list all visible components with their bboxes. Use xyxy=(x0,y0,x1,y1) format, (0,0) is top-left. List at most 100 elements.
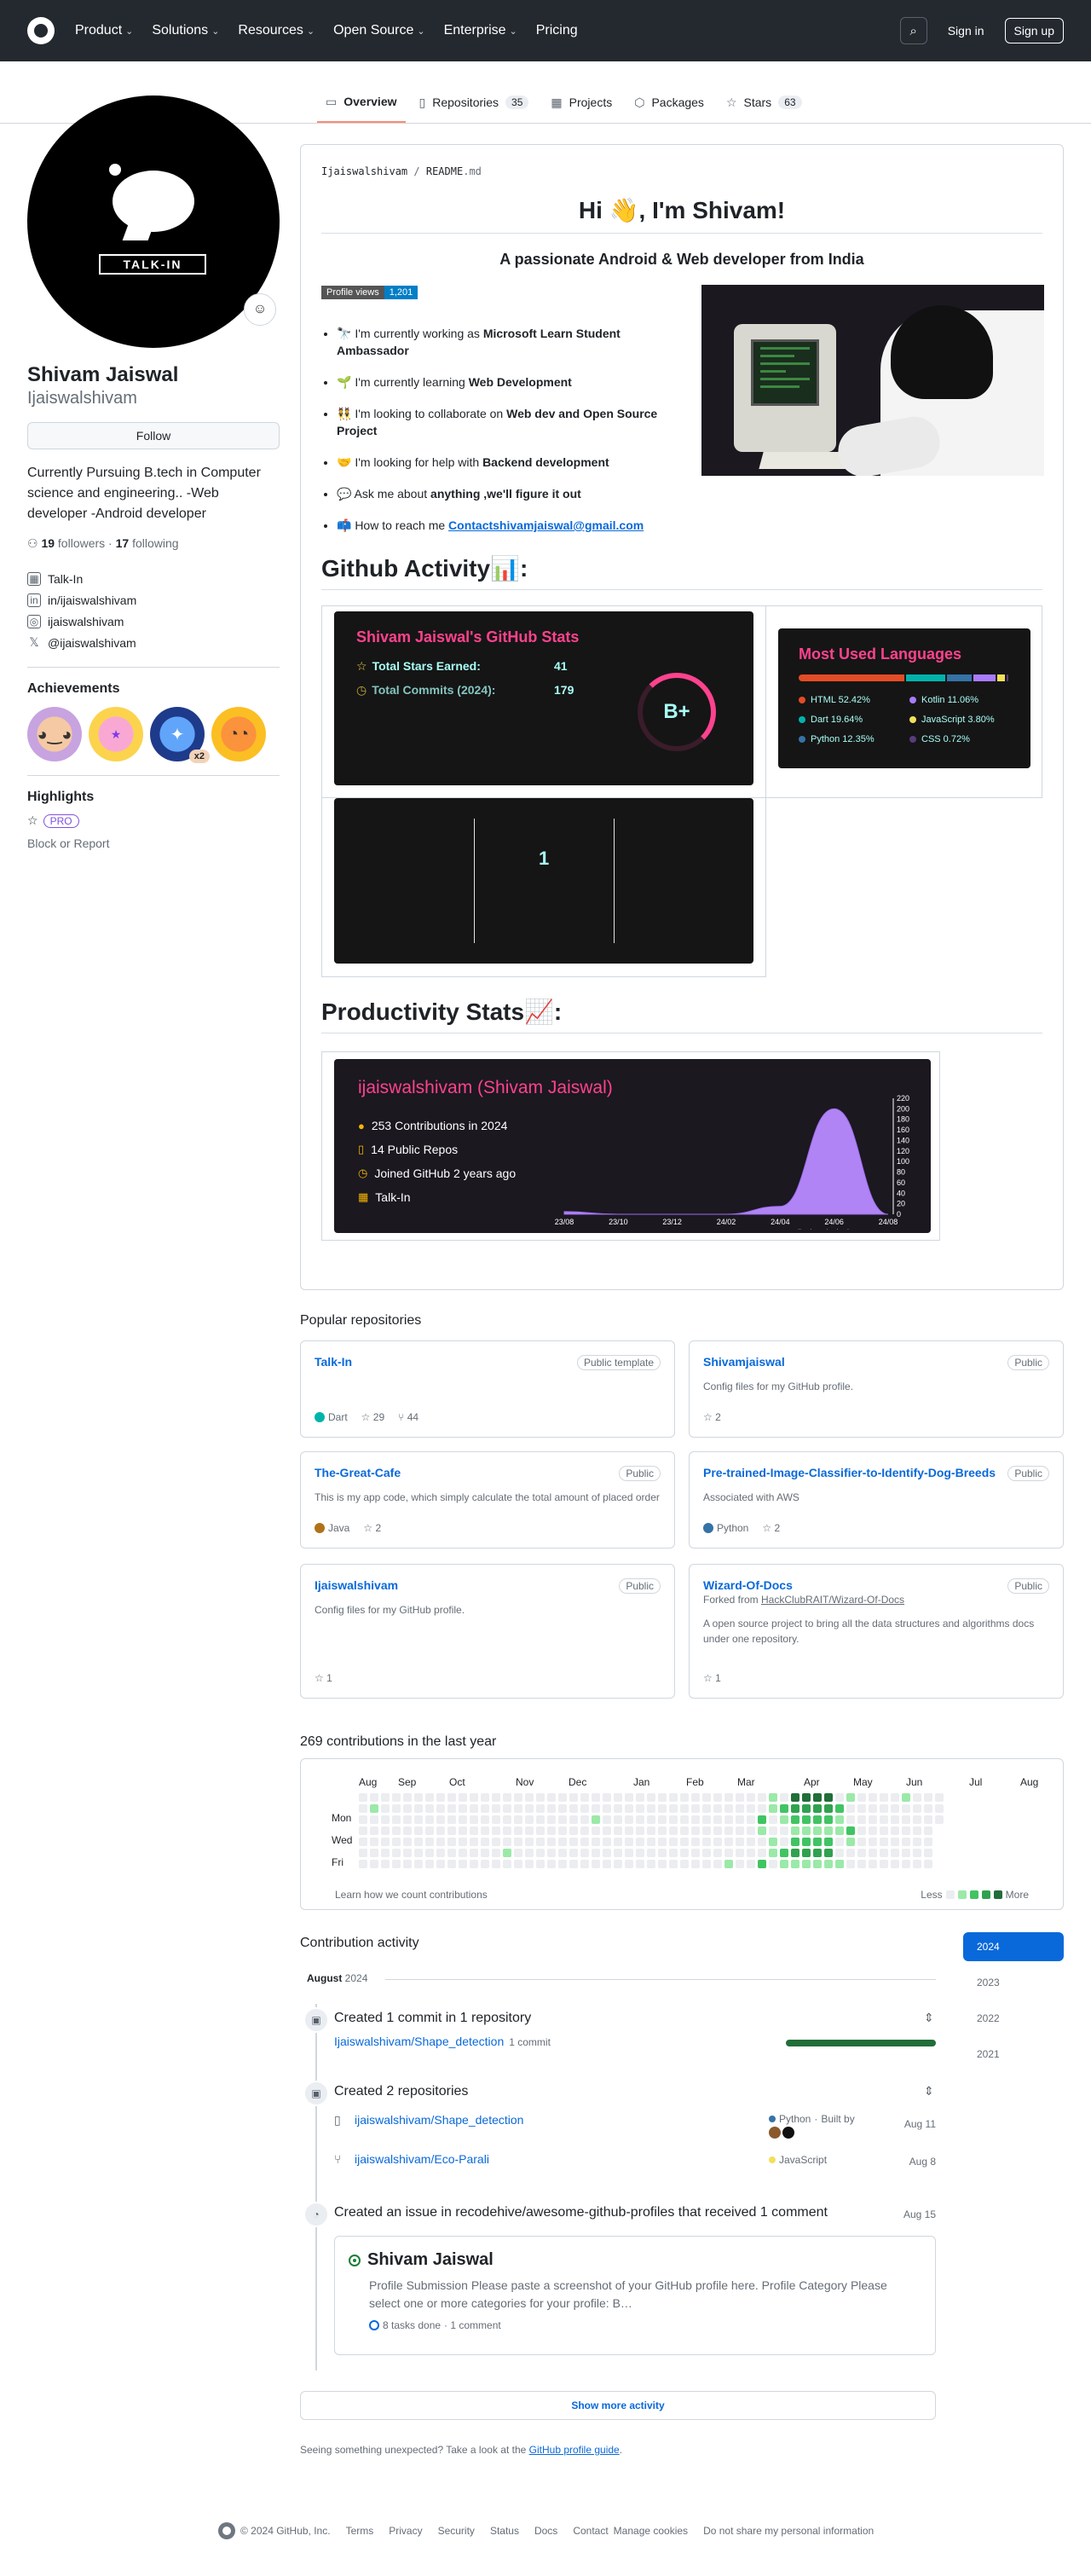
calendar-day-cell[interactable] xyxy=(891,1793,899,1802)
fork-source-link[interactable]: HackClubRAIT/Wizard-Of-Docs xyxy=(761,1594,904,1606)
repo-stars-link[interactable]: ☆ 1 xyxy=(703,1672,721,1684)
calendar-day-cell[interactable] xyxy=(702,1838,711,1846)
calendar-day-cell[interactable] xyxy=(902,1826,910,1835)
calendar-day-cell[interactable] xyxy=(924,1826,932,1835)
calendar-day-cell[interactable] xyxy=(447,1793,456,1802)
calendar-day-cell[interactable] xyxy=(880,1793,888,1802)
calendar-day-cell[interactable] xyxy=(569,1860,578,1868)
calendar-day-cell[interactable] xyxy=(902,1838,910,1846)
calendar-day-cell[interactable] xyxy=(514,1860,522,1868)
calendar-day-cell[interactable] xyxy=(580,1860,589,1868)
calendar-day-cell[interactable] xyxy=(802,1849,811,1857)
calendar-day-cell[interactable] xyxy=(680,1793,689,1802)
calendar-day-cell[interactable] xyxy=(824,1838,833,1846)
email-link[interactable]: Contactshivamjaiswal@gmail.com xyxy=(448,518,644,532)
calendar-day-cell[interactable] xyxy=(459,1849,467,1857)
calendar-day-cell[interactable] xyxy=(880,1815,888,1824)
calendar-day-cell[interactable] xyxy=(857,1804,866,1813)
calendar-day-cell[interactable] xyxy=(780,1838,788,1846)
calendar-day-cell[interactable] xyxy=(736,1793,744,1802)
footer-security[interactable]: Security xyxy=(438,2525,475,2537)
calendar-day-cell[interactable] xyxy=(758,1849,766,1857)
expand-icon[interactable]: ⇕ xyxy=(924,2084,934,2098)
calendar-day-cell[interactable] xyxy=(547,1838,556,1846)
calendar-day-cell[interactable] xyxy=(857,1860,866,1868)
calendar-day-cell[interactable] xyxy=(913,1793,921,1802)
calendar-day-cell[interactable] xyxy=(780,1815,788,1824)
block-report-link[interactable]: Block or Report xyxy=(27,836,280,850)
calendar-day-cell[interactable] xyxy=(614,1804,622,1813)
calendar-day-cell[interactable] xyxy=(835,1860,844,1868)
calendar-day-cell[interactable] xyxy=(891,1838,899,1846)
calendar-day-cell[interactable] xyxy=(403,1849,412,1857)
calendar-day-cell[interactable] xyxy=(525,1793,534,1802)
github-logo-icon[interactable] xyxy=(218,2522,235,2539)
calendar-day-cell[interactable] xyxy=(647,1793,655,1802)
repo-stars-link[interactable]: ☆ 2 xyxy=(703,1411,721,1423)
calendar-day-cell[interactable] xyxy=(713,1860,722,1868)
calendar-day-cell[interactable] xyxy=(736,1815,744,1824)
calendar-day-cell[interactable] xyxy=(824,1815,833,1824)
calendar-day-cell[interactable] xyxy=(869,1826,877,1835)
calendar-day-cell[interactable] xyxy=(436,1860,445,1868)
calendar-day-cell[interactable] xyxy=(625,1860,633,1868)
calendar-day-cell[interactable] xyxy=(824,1826,833,1835)
calendar-day-cell[interactable] xyxy=(857,1815,866,1824)
calendar-day-cell[interactable] xyxy=(381,1815,390,1824)
calendar-day-cell[interactable] xyxy=(724,1815,733,1824)
calendar-day-cell[interactable] xyxy=(414,1838,423,1846)
calendar-day-cell[interactable] xyxy=(713,1838,722,1846)
calendar-day-cell[interactable] xyxy=(569,1838,578,1846)
calendar-day-cell[interactable] xyxy=(370,1793,378,1802)
calendar-day-cell[interactable] xyxy=(459,1826,467,1835)
calendar-day-cell[interactable] xyxy=(558,1793,567,1802)
calendar-day-cell[interactable] xyxy=(935,1815,944,1824)
calendar-day-cell[interactable] xyxy=(614,1793,622,1802)
calendar-day-cell[interactable] xyxy=(525,1838,534,1846)
footer-cookies[interactable]: Manage cookies xyxy=(614,2525,688,2537)
calendar-day-cell[interactable] xyxy=(736,1849,744,1857)
calendar-day-cell[interactable] xyxy=(747,1815,755,1824)
calendar-day-cell[interactable] xyxy=(636,1838,644,1846)
calendar-day-cell[interactable] xyxy=(891,1826,899,1835)
calendar-day-cell[interactable] xyxy=(902,1815,910,1824)
github-logo-icon[interactable] xyxy=(27,17,55,44)
calendar-day-cell[interactable] xyxy=(758,1804,766,1813)
calendar-day-cell[interactable] xyxy=(846,1793,855,1802)
calendar-day-cell[interactable] xyxy=(902,1793,910,1802)
linkedin-item[interactable]: in in/ijaiswalshivam xyxy=(27,589,280,611)
calendar-day-cell[interactable] xyxy=(436,1826,445,1835)
calendar-day-cell[interactable] xyxy=(780,1826,788,1835)
calendar-day-cell[interactable] xyxy=(658,1804,667,1813)
calendar-day-cell[interactable] xyxy=(503,1804,511,1813)
tab-repositories[interactable]: ▯ Repositories 35 xyxy=(411,82,538,123)
calendar-day-cell[interactable] xyxy=(603,1849,611,1857)
calendar-day-cell[interactable] xyxy=(647,1815,655,1824)
calendar-day-cell[interactable] xyxy=(902,1849,910,1857)
calendar-day-cell[interactable] xyxy=(514,1804,522,1813)
calendar-day-cell[interactable] xyxy=(924,1849,932,1857)
calendar-day-cell[interactable] xyxy=(880,1838,888,1846)
calendar-day-cell[interactable] xyxy=(625,1826,633,1835)
calendar-day-cell[interactable] xyxy=(669,1860,678,1868)
calendar-day-cell[interactable] xyxy=(791,1815,799,1824)
calendar-day-cell[interactable] xyxy=(824,1804,833,1813)
calendar-day-cell[interactable] xyxy=(381,1826,390,1835)
calendar-day-cell[interactable] xyxy=(580,1849,589,1857)
followers-link[interactable]: 19 followers xyxy=(41,536,105,550)
calendar-day-cell[interactable] xyxy=(392,1860,401,1868)
calendar-day-cell[interactable] xyxy=(791,1838,799,1846)
calendar-day-cell[interactable] xyxy=(547,1826,556,1835)
calendar-day-cell[interactable] xyxy=(802,1815,811,1824)
profile-guide-link[interactable]: GitHub profile guide xyxy=(529,2444,620,2456)
calendar-day-cell[interactable] xyxy=(658,1860,667,1868)
calendar-day-cell[interactable] xyxy=(481,1860,489,1868)
calendar-day-cell[interactable] xyxy=(891,1804,899,1813)
calendar-day-cell[interactable] xyxy=(425,1793,434,1802)
calendar-day-cell[interactable] xyxy=(824,1793,833,1802)
calendar-day-cell[interactable] xyxy=(869,1793,877,1802)
calendar-day-cell[interactable] xyxy=(558,1804,567,1813)
calendar-day-cell[interactable] xyxy=(403,1815,412,1824)
calendar-day-cell[interactable] xyxy=(592,1815,600,1824)
calendar-day-cell[interactable] xyxy=(724,1849,733,1857)
